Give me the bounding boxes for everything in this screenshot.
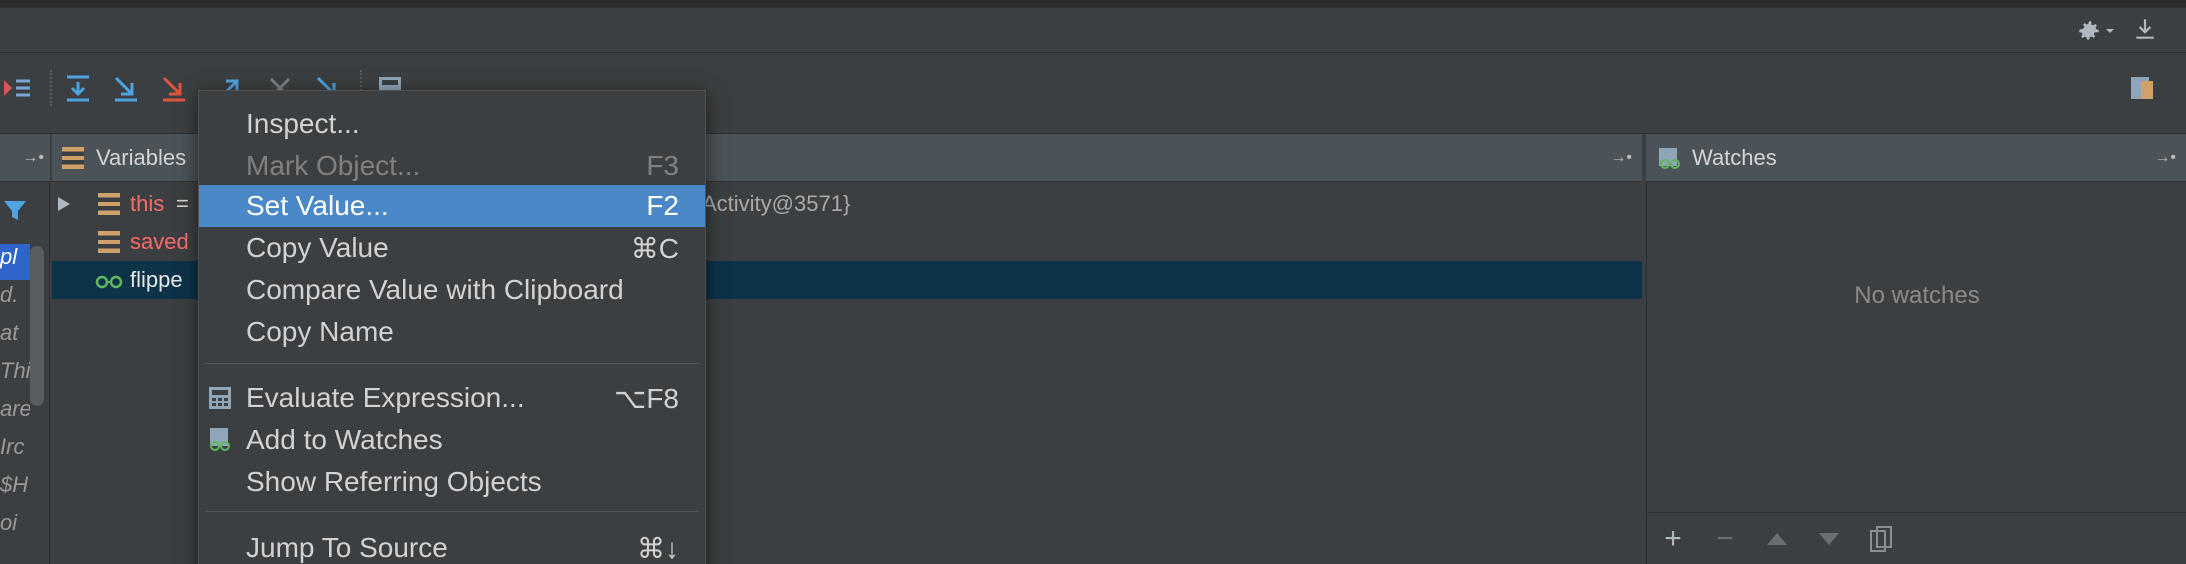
- glasses-icon: [1659, 147, 1680, 169]
- menu-item-add-to-watches[interactable]: Add to Watches: [199, 419, 705, 461]
- move-down-button[interactable]: [1813, 523, 1845, 555]
- glasses-icon: [210, 428, 230, 451]
- toolbar-separator: [50, 70, 52, 106]
- pin-icon[interactable]: →•: [1610, 149, 1632, 167]
- frame-row[interactable]: Irc: [0, 434, 30, 470]
- watches-panel: No watches + −: [1646, 182, 2186, 564]
- frame-row[interactable]: $H: [0, 472, 30, 508]
- variables-title: Variables: [96, 144, 187, 170]
- variable-name: saved: [130, 229, 189, 254]
- menu-item-show-referring-objects[interactable]: Show Referring Objects: [199, 461, 705, 503]
- variable-name: flippe: [130, 267, 183, 292]
- plus-icon: +: [1664, 521, 1682, 555]
- field-icon: [98, 193, 120, 215]
- calculator-icon: [209, 387, 231, 409]
- frames-scrollbar[interactable]: [30, 246, 44, 406]
- glasses-icon: [95, 275, 123, 289]
- pin-icon[interactable]: →•: [22, 149, 44, 167]
- copy-watch-button[interactable]: [1865, 523, 1897, 555]
- download-icon: [2136, 19, 2154, 39]
- frame-row[interactable]: oi: [0, 510, 30, 546]
- shortcut: ⌘↓: [637, 532, 679, 564]
- variables-icon: [62, 146, 84, 169]
- menu-item-mark-object[interactable]: Mark Object... F3: [199, 145, 705, 187]
- shortcut: F3: [646, 150, 679, 181]
- filter-icon[interactable]: [2, 198, 28, 229]
- force-step-into-icon: [162, 76, 185, 102]
- arrow-up-icon: [1767, 532, 1787, 545]
- remove-watch-button[interactable]: −: [1709, 521, 1741, 555]
- step-over-button[interactable]: [60, 70, 96, 106]
- frame-row[interactable]: at: [0, 320, 30, 356]
- menu-item-copy-value[interactable]: Copy Value ⌘C: [199, 227, 705, 269]
- minus-icon: −: [1716, 521, 1734, 555]
- frame-row[interactable]: Thi: [0, 358, 30, 394]
- debug-header-bar: [0, 8, 2186, 53]
- layout-icon: [2131, 77, 2153, 99]
- step-into-icon: [114, 76, 137, 102]
- editor-strip: [0, 0, 2186, 8]
- restore-layout-button[interactable]: [2124, 70, 2160, 106]
- menu-item-jump-to-source[interactable]: Jump To Source ⌘↓: [199, 527, 705, 564]
- frame-row[interactable]: pl: [0, 244, 30, 280]
- shortcut: ⌥F8: [614, 382, 679, 414]
- frame-row[interactable]: d.: [0, 282, 30, 318]
- settings-gear-button[interactable]: [2076, 16, 2116, 46]
- menu-separator: [205, 511, 699, 512]
- copy-icon: [1870, 525, 1892, 552]
- chevron-down-icon: [2106, 29, 2114, 33]
- add-watch-button[interactable]: +: [1657, 521, 1689, 555]
- arrow-down-icon: [1819, 532, 1839, 545]
- field-icon: [98, 231, 120, 253]
- execution-point-icon: [4, 79, 30, 97]
- shortcut: F2: [646, 190, 679, 221]
- variable-value: Activity@3571}: [702, 191, 851, 216]
- menu-item-inspect[interactable]: Inspect...: [199, 103, 705, 145]
- expand-arrow-icon[interactable]: [56, 195, 72, 213]
- frames-panel-header: →•: [0, 134, 50, 182]
- gear-icon: [2079, 21, 2099, 40]
- step-into-button[interactable]: [108, 70, 144, 106]
- move-up-button[interactable]: [1761, 523, 1793, 555]
- force-step-into-button[interactable]: [156, 70, 192, 106]
- menu-item-evaluate-expression[interactable]: Evaluate Expression... ⌥F8: [199, 377, 705, 419]
- frame-row[interactable]: are: [0, 396, 30, 432]
- menu-item-copy-name[interactable]: Copy Name: [199, 311, 705, 353]
- menu-item-set-value[interactable]: Set Value... F2: [199, 185, 705, 227]
- shortcut: ⌘C: [630, 232, 679, 264]
- menu-item-compare-clipboard[interactable]: Compare Value with Clipboard: [199, 269, 705, 311]
- step-over-icon: [67, 75, 89, 102]
- variable-name: this: [130, 191, 165, 216]
- variable-equals: =: [176, 191, 189, 216]
- hide-panel-button[interactable]: [2132, 16, 2162, 46]
- pin-icon[interactable]: →•: [2154, 149, 2176, 167]
- watches-panel-header: Watches →•: [1646, 134, 2186, 182]
- menu-separator: [205, 363, 699, 364]
- show-execution-point-button[interactable]: [0, 70, 36, 106]
- context-menu: Inspect... Mark Object... F3 Set Value..…: [198, 90, 706, 564]
- empty-state-text: No watches: [1854, 282, 1980, 309]
- watches-title: Watches: [1692, 144, 1777, 170]
- watches-toolbar: + −: [1647, 512, 2186, 564]
